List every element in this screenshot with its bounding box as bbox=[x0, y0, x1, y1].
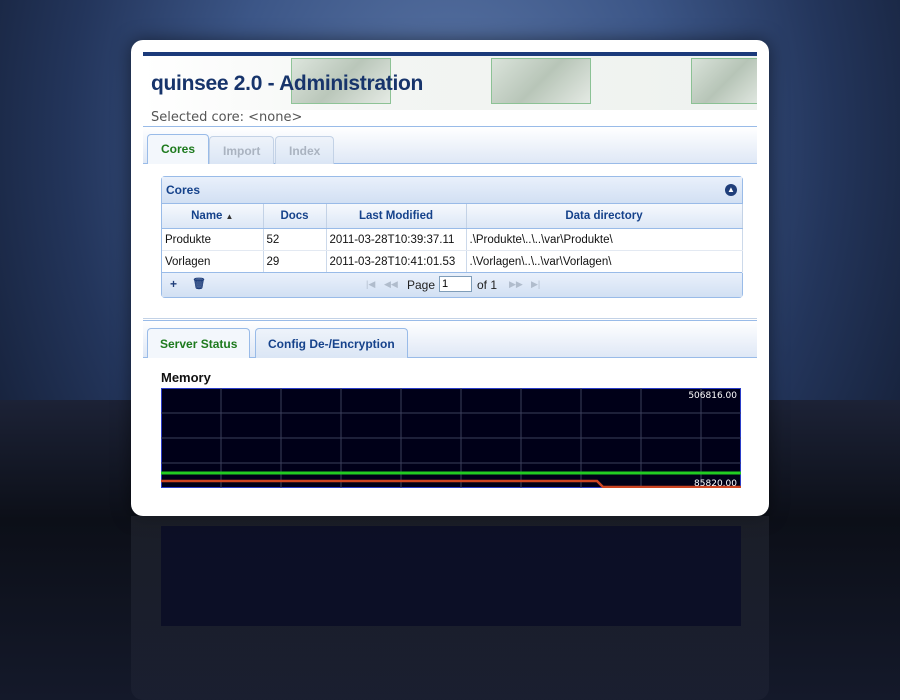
app-title: quinsee 2.0 - Administration bbox=[151, 72, 424, 95]
table-row[interactable]: Produkte 52 2011-03-28T10:39:37.11 .\Pro… bbox=[162, 228, 743, 251]
cores-panel: Cores ▲ Name ▲ Docs Last Modified Data di… bbox=[161, 176, 743, 298]
column-header-last-modified[interactable]: Last Modified bbox=[326, 204, 467, 229]
cores-panel-title: Cores bbox=[166, 183, 201, 197]
chart-max-label: 506816.00 bbox=[688, 391, 737, 401]
reflection-chart bbox=[161, 526, 741, 626]
tab-server-status[interactable]: Server Status bbox=[147, 328, 251, 358]
cell-last-modified: 2011-03-28T10:41:01.53 bbox=[326, 250, 467, 273]
tab-cores[interactable]: Cores bbox=[147, 134, 210, 164]
table-row[interactable]: Vorlagen 29 2011-03-28T10:41:01.53 .\Vor… bbox=[162, 250, 743, 273]
cell-name: Vorlagen bbox=[162, 250, 264, 273]
page-number-input[interactable] bbox=[439, 276, 472, 292]
delete-icon[interactable]: 🗑 bbox=[192, 277, 206, 290]
selected-core-label: Selected core: <none> bbox=[151, 110, 303, 125]
column-header-name[interactable]: Name ▲ bbox=[162, 204, 264, 229]
tab-config-encryption[interactable]: Config De-/Encryption bbox=[255, 328, 408, 358]
cell-docs: 52 bbox=[263, 228, 327, 251]
cores-table: Name ▲ Docs Last Modified Data directory … bbox=[162, 204, 743, 273]
page-count-label: of 1 bbox=[477, 278, 498, 292]
top-tab-bar: Cores Import Index bbox=[143, 126, 757, 164]
prev-page-icon[interactable]: ◀◀ bbox=[384, 279, 398, 290]
chart-min-label: 85820.00 bbox=[694, 479, 737, 488]
cell-data-directory: .\Vorlagen\..\..\var\Vorlagen\ bbox=[466, 250, 743, 273]
cell-last-modified: 2011-03-28T10:39:37.11 bbox=[326, 228, 467, 251]
last-page-icon[interactable]: ▶| bbox=[531, 279, 540, 290]
cores-panel-header: Cores ▲ bbox=[162, 177, 742, 204]
admin-window: quinsee 2.0 - Administration Selected co… bbox=[131, 40, 769, 516]
sort-asc-icon: ▲ bbox=[225, 212, 234, 221]
cell-data-directory: .\Produkte\..\..\var\Produkte\ bbox=[466, 228, 743, 251]
column-header-data-directory[interactable]: Data directory bbox=[466, 204, 743, 229]
divider bbox=[143, 318, 757, 319]
memory-chart: 506816.00 85820.00 bbox=[161, 388, 741, 488]
collapse-icon[interactable]: ▲ bbox=[725, 184, 737, 196]
banner-photo bbox=[491, 58, 591, 104]
pager-toolbar: + 🗑 |◀ ◀◀ Page of 1 ▶▶ ▶| bbox=[162, 272, 742, 297]
tab-index[interactable]: Index bbox=[275, 136, 335, 164]
memory-label: Memory bbox=[161, 370, 211, 385]
table-header-row: Name ▲ Docs Last Modified Data directory bbox=[162, 204, 743, 229]
first-page-icon[interactable]: |◀ bbox=[366, 279, 375, 290]
add-icon[interactable]: + bbox=[170, 277, 177, 291]
header-banner: quinsee 2.0 - Administration bbox=[143, 52, 757, 110]
tab-import[interactable]: Import bbox=[209, 136, 275, 164]
bottom-tab-bar: Server Status Config De-/Encryption bbox=[143, 320, 757, 358]
banner-photo bbox=[691, 58, 757, 104]
column-header-docs[interactable]: Docs bbox=[263, 204, 327, 229]
cell-docs: 29 bbox=[263, 250, 327, 273]
window-reflection bbox=[131, 516, 769, 700]
cell-name: Produkte bbox=[162, 228, 264, 251]
page-label: Page bbox=[407, 278, 436, 292]
next-page-icon[interactable]: ▶▶ bbox=[509, 279, 523, 290]
